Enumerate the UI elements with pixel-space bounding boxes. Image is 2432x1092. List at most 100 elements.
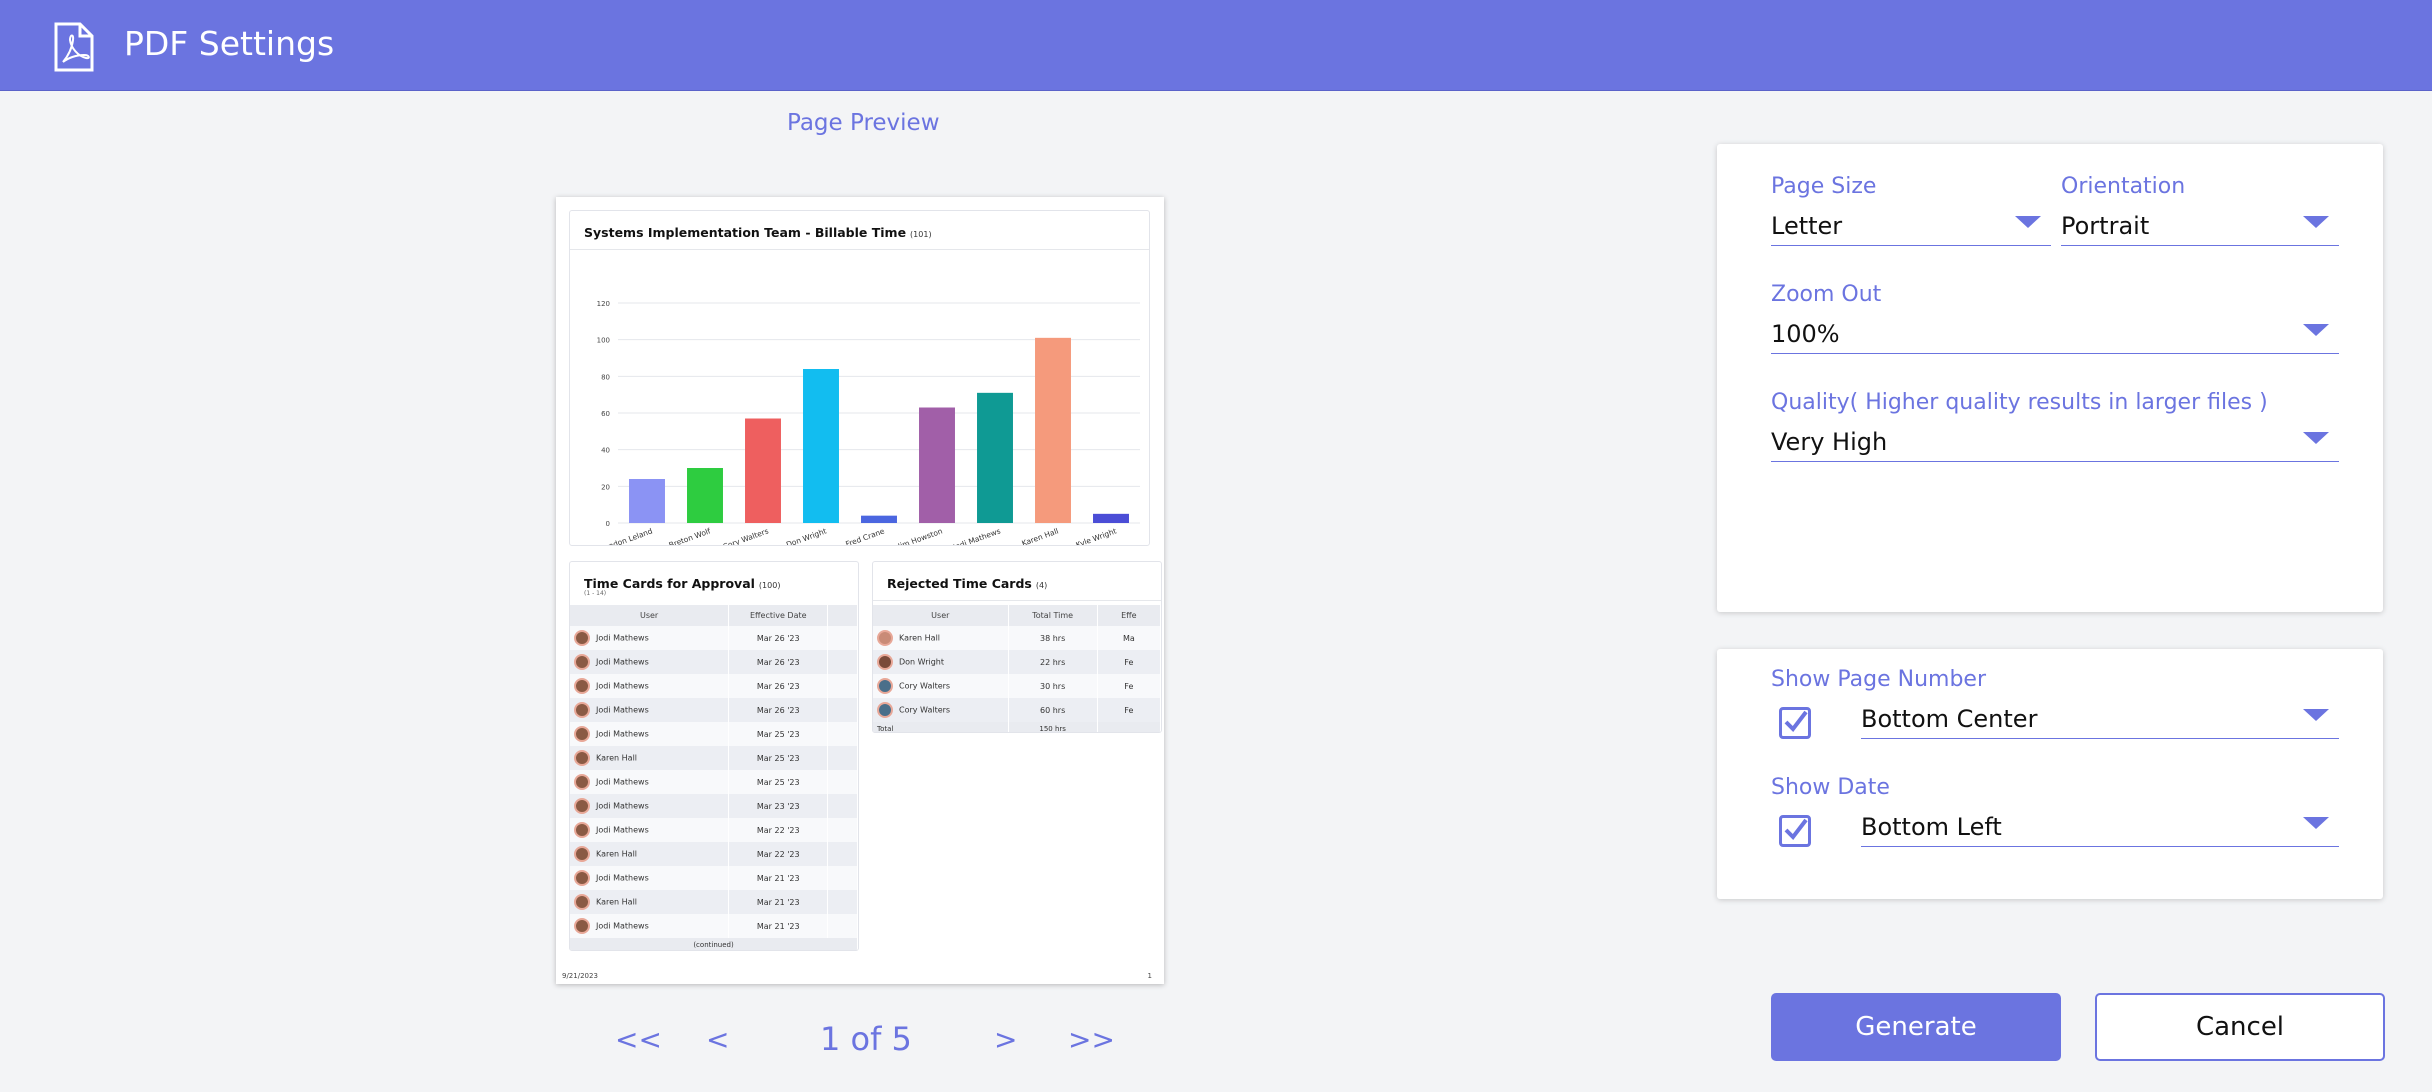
table-cell: 22 hrs	[1008, 650, 1098, 674]
next-page-button[interactable]: >	[994, 1023, 1017, 1056]
column-header: Effe	[1097, 605, 1161, 626]
chart-bar	[745, 418, 781, 523]
column-header: User	[570, 605, 730, 626]
zoom-select[interactable]: 100%	[1771, 314, 2339, 354]
page-footer: 9/21/2023 1	[562, 972, 1158, 980]
column-header: Effective Date	[728, 605, 829, 626]
avatar	[877, 654, 893, 670]
approval-table: User Effective Date Jodi Mathews Mar 26 '…	[570, 605, 858, 950]
quality-value: Very High	[1771, 428, 1888, 456]
page-footer-number: 1	[1147, 972, 1152, 980]
table-cell	[827, 818, 858, 842]
user-name: Karen Hall	[596, 897, 638, 907]
orientation-select[interactable]: Portrait	[2061, 206, 2339, 246]
table-cell: 38 hrs	[1008, 626, 1098, 650]
rejected-title: Rejected Time Cards	[887, 576, 1032, 591]
y-tick-label: 40	[601, 447, 610, 455]
table-row: Karen Hall 38 hrs Ma	[873, 626, 1161, 650]
page-indicator: 1 of 5	[820, 1020, 912, 1058]
table-cell: Mar 26 '23	[728, 626, 829, 650]
table-row: Jodi Mathews Mar 21 '23	[570, 914, 858, 938]
zoom-label: Zoom Out	[1771, 282, 1882, 307]
page-footer-date: 9/21/2023	[562, 972, 598, 980]
orientation-value: Portrait	[2061, 212, 2150, 240]
table-cell	[827, 698, 858, 722]
quality-select[interactable]: Very High	[1771, 422, 2339, 462]
page-size-label: Page Size	[1771, 174, 1877, 199]
avatar	[877, 630, 893, 646]
date-checkbox[interactable]	[1779, 815, 1811, 847]
orientation-label: Orientation	[2061, 174, 2186, 199]
user-name: Jodi Mathews	[596, 873, 649, 883]
rejected-count: (4)	[1035, 581, 1048, 590]
total-value: 150 hrs	[1008, 722, 1098, 732]
page-number-position-select[interactable]: Bottom Center	[1861, 699, 2339, 739]
total-empty	[1097, 722, 1161, 732]
header-footer-panel: Show Page Number Bottom Center Show Date…	[1717, 649, 2383, 899]
total-label: Total	[873, 722, 1009, 732]
user-cell: Jodi Mathews	[570, 914, 730, 938]
chart-bar	[687, 468, 723, 523]
avatar	[574, 798, 590, 814]
user-cell: Jodi Mathews	[570, 722, 730, 746]
table-cell	[827, 794, 858, 818]
y-tick-label: 60	[601, 410, 610, 418]
table-cell: Mar 25 '23	[728, 770, 829, 794]
table-cell	[827, 722, 858, 746]
user-cell: Karen Hall	[873, 626, 1009, 650]
cancel-button[interactable]: Cancel	[2095, 993, 2385, 1061]
last-page-button[interactable]: >>	[1068, 1023, 1115, 1056]
avatar	[574, 846, 590, 862]
pdf-icon	[54, 22, 94, 72]
rejected-card: Rejected Time Cards (4) User Total Time E…	[872, 561, 1162, 733]
user-cell: Cory Walters	[873, 698, 1009, 722]
approval-card-title: Time Cards for Approval (100)	[584, 576, 780, 591]
page-size-value: Letter	[1771, 212, 1843, 240]
x-tick-label: Jim Howston	[896, 526, 944, 546]
column-header: User	[873, 605, 1009, 626]
table-row: Jodi Mathews Mar 25 '23	[570, 770, 858, 794]
user-cell: Jodi Mathews	[570, 698, 730, 722]
table-cell: Fe	[1097, 674, 1161, 698]
table-cell	[827, 770, 858, 794]
table-cell: Fe	[1097, 650, 1161, 674]
user-cell: Jodi Mathews	[570, 674, 730, 698]
user-cell: Cory Walters	[873, 674, 1009, 698]
user-cell: Jodi Mathews	[570, 794, 730, 818]
first-page-button[interactable]: <<	[615, 1023, 662, 1056]
x-tick-label: Don Wright	[785, 526, 828, 546]
avatar	[574, 870, 590, 886]
x-tick-label: Karen Hall	[1020, 526, 1059, 546]
card-divider	[873, 600, 1161, 601]
y-tick-label: 20	[601, 483, 610, 491]
user-cell: Jodi Mathews	[570, 866, 730, 890]
avatar	[574, 678, 590, 694]
table-row: Jodi Mathews Mar 23 '23	[570, 794, 858, 818]
user-cell: Jodi Mathews	[570, 818, 730, 842]
rejected-card-title: Rejected Time Cards (4)	[887, 576, 1047, 591]
page-size-select[interactable]: Letter	[1771, 206, 2051, 246]
table-cell: Mar 26 '23	[728, 698, 829, 722]
quality-label: Quality( Higher quality results in large…	[1771, 390, 2268, 415]
page-number-checkbox[interactable]	[1779, 707, 1811, 739]
chart-bar	[1035, 337, 1071, 523]
date-label: Show Date	[1771, 775, 1890, 800]
table-row: Jodi Mathews Mar 21 '23	[570, 866, 858, 890]
chevron-down-icon	[2015, 216, 2041, 228]
table-cell: 60 hrs	[1008, 698, 1098, 722]
chart-bar	[803, 369, 839, 523]
table-cell: Mar 26 '23	[728, 674, 829, 698]
user-name: Jodi Mathews	[596, 705, 649, 715]
date-position-select[interactable]: Bottom Left	[1861, 807, 2339, 847]
generate-button[interactable]: Generate	[1771, 993, 2061, 1061]
prev-page-button[interactable]: <	[706, 1023, 729, 1056]
user-cell: Jodi Mathews	[570, 770, 730, 794]
table-cell	[827, 650, 858, 674]
table-cell	[827, 626, 858, 650]
page-preview: Systems Implementation Team - Billable T…	[556, 197, 1164, 984]
table-row: Cory Walters 60 hrs Fe	[873, 698, 1161, 722]
y-tick-label: 120	[597, 300, 610, 308]
user-name: Karen Hall	[596, 849, 638, 859]
user-cell: Karen Hall	[570, 746, 730, 770]
avatar	[877, 702, 893, 718]
